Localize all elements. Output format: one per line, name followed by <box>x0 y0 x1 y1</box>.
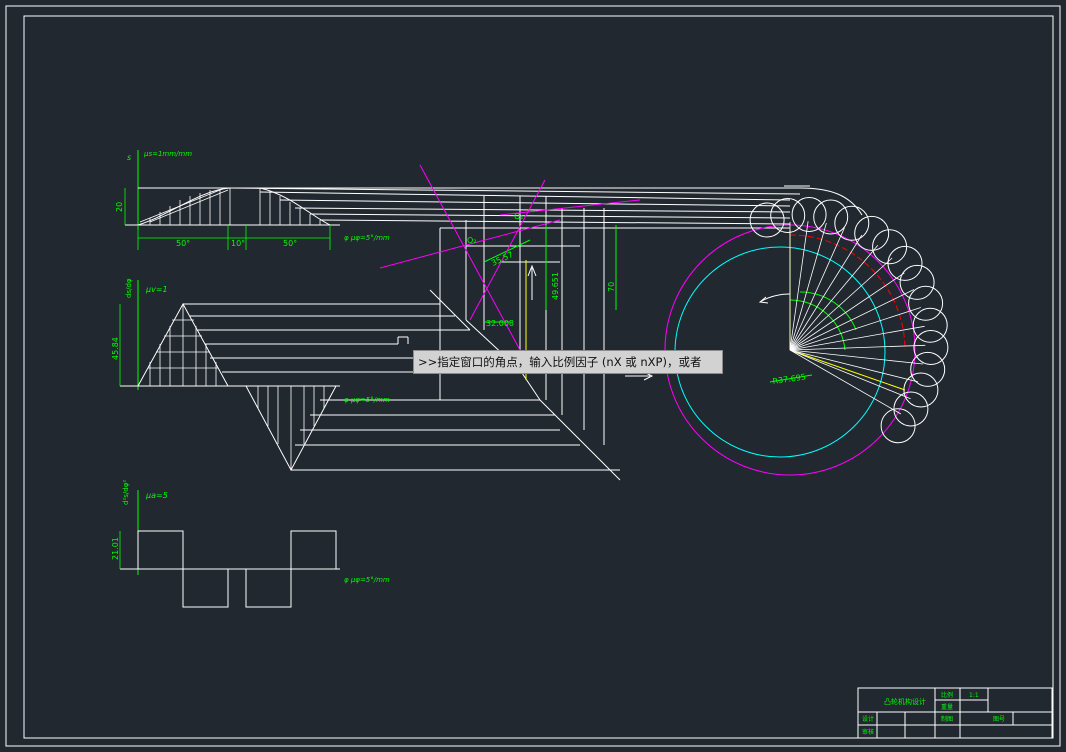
title-sheet-label: 图号 <box>993 716 1005 723</box>
d3-axis-label: d²s/dφ² <box>122 480 130 505</box>
d2-scale-label: μv=1 <box>145 285 168 294</box>
cam-ray <box>789 245 879 351</box>
title-ratio-value: 1:1 <box>969 692 979 699</box>
displacement-diagram <box>124 150 801 250</box>
label-o2: O₂ <box>467 236 477 245</box>
dim-35-57: 35.57 <box>490 250 515 268</box>
d1-dim-mid: 10° <box>231 239 245 248</box>
cam-ray <box>789 344 926 351</box>
dim-70: 70 <box>607 282 616 292</box>
title-design-label: 设计 <box>862 715 874 723</box>
roller-circle <box>912 307 948 343</box>
cad-drawing-canvas[interactable]: s μs=1mm/mm 20 50° 10° 50° φ μφ=5°/mm ds… <box>0 0 1066 752</box>
d1-dim-right: 50° <box>283 239 297 248</box>
d2-angle-scale: φ μφ=5°/mm <box>344 396 390 404</box>
cam-ray <box>789 325 925 351</box>
cam-ray <box>789 349 919 383</box>
roller-circle <box>903 372 939 408</box>
d1-dim-left: 50° <box>176 239 190 248</box>
cam-ray <box>789 257 893 351</box>
d3-angle-scale: φ μφ=5°/mm <box>344 576 390 584</box>
d3-scale-label: μa=5 <box>145 491 168 500</box>
outer-border <box>5 5 1061 747</box>
d1-scale-label: μs=1mm/mm <box>143 150 192 158</box>
label-o1: O₁ <box>514 212 524 221</box>
roller-circle <box>899 264 935 300</box>
d2-height-dim: 45.84 <box>111 337 120 360</box>
cam-ray <box>789 307 921 351</box>
dim-49-651: 49.651 <box>551 272 560 300</box>
command-prompt-tooltip: >>指定窗口的角点，输入比例因子 (nX 或 nXP)，或者 <box>413 350 723 374</box>
cam-ray <box>789 222 827 351</box>
d1-axis-label: s <box>127 153 131 162</box>
roller-circle <box>834 205 870 241</box>
roller-circle <box>854 215 890 251</box>
roller-circle <box>913 330 949 365</box>
d3-height-dim: 21.01 <box>111 537 120 560</box>
roller-circle <box>749 202 785 238</box>
roller-circles <box>749 197 949 444</box>
cam-ray <box>789 221 809 351</box>
roller-circle <box>813 199 849 235</box>
title-drawn-label: 制图 <box>941 715 953 723</box>
d1-height-dim: 20 <box>115 202 124 212</box>
velocity-diagram <box>119 280 620 472</box>
roller-circle <box>770 198 806 233</box>
d1-angle-scale: φ μφ=5°/mm <box>344 234 390 242</box>
title-block <box>857 687 1053 739</box>
roller-circle <box>910 351 946 387</box>
title-ratio-label: 比例 <box>941 691 953 699</box>
title-drawing-name: 凸轮机构设计 <box>884 697 926 706</box>
title-weight-label: 重量 <box>941 703 953 711</box>
acceleration-diagram <box>119 490 340 608</box>
roller-circle <box>908 285 944 321</box>
title-check-label: 审核 <box>862 728 874 736</box>
d2-axis-label: ds/dφ <box>125 278 133 298</box>
radius-label: R37.695 <box>772 372 806 386</box>
dim-32-008: 32.008 <box>486 319 514 328</box>
cam-ray <box>789 349 911 400</box>
rotation-arrow <box>758 293 791 304</box>
